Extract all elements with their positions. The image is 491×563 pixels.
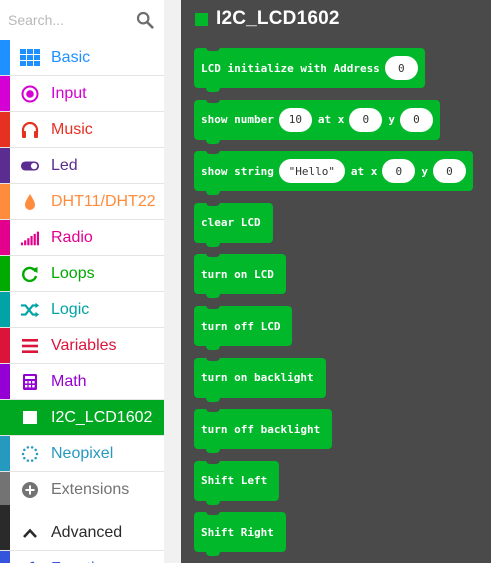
toggle-icon xyxy=(20,157,40,175)
code-block[interactable]: turn on LCD xyxy=(194,253,286,299)
code-block[interactable]: Shift Left xyxy=(194,459,280,505)
code-block[interactable]: show string "Hello" at x 0y0 xyxy=(194,150,473,196)
category-color-bar xyxy=(0,148,10,183)
toolbox-category-variables[interactable]: Variables xyxy=(0,328,164,364)
category-label: Logic xyxy=(51,301,90,318)
toolbox-category-functions[interactable]: Functions xyxy=(0,551,164,563)
lines-icon xyxy=(20,337,40,355)
signal-bars-icon xyxy=(20,229,40,247)
block-label: y xyxy=(388,113,395,127)
block-label: turn on LCD xyxy=(201,267,274,281)
toolbox-category-radio[interactable]: Radio xyxy=(0,220,164,256)
block-label: Shift Right xyxy=(201,525,274,539)
search-input[interactable] xyxy=(8,7,132,33)
category-label: Extensions xyxy=(51,481,130,498)
toolbox-category-loops[interactable]: Loops xyxy=(0,256,164,292)
toolbox-category-dht[interactable]: DHT11/DHT22 xyxy=(0,184,164,220)
category-color-bar xyxy=(0,256,10,291)
code-block[interactable]: clear LCD xyxy=(194,201,273,247)
toolbox-divider xyxy=(0,505,164,515)
block-label: show string xyxy=(201,164,274,178)
category-color-bar xyxy=(0,472,10,507)
category-color-bar xyxy=(0,292,10,327)
code-block[interactable]: turn off backlight xyxy=(194,408,333,454)
category-label: Variables xyxy=(51,337,117,354)
category-label: Radio xyxy=(51,229,93,246)
string-input[interactable]: "Hello" xyxy=(278,159,345,184)
drop-icon xyxy=(20,193,40,211)
code-block[interactable]: LCD initialize with Address 0 xyxy=(194,47,425,92)
code-block[interactable]: show number 10 at x 0y0 xyxy=(194,98,440,144)
lcd-square-icon xyxy=(195,12,208,26)
plus-circle-icon xyxy=(20,481,40,499)
block-flyout: I2C_LCD1602 LCD initialize with Address 0… xyxy=(181,0,491,563)
category-color-bar xyxy=(0,515,10,550)
number-input[interactable]: 0 xyxy=(399,107,433,132)
code-block[interactable]: Shift Right xyxy=(194,511,286,557)
block-label: Shift Left xyxy=(201,474,268,488)
block-label: LCD initialize with Address xyxy=(201,61,380,75)
toolbox-category-logic[interactable]: Logic xyxy=(0,292,164,328)
category-color-bar xyxy=(0,364,10,399)
grid-icon xyxy=(20,49,40,67)
category-color-bar xyxy=(0,400,10,435)
code-block[interactable]: turn off LCD xyxy=(194,305,293,350)
block-label: y xyxy=(421,164,428,178)
number-input[interactable]: 10 xyxy=(278,107,312,132)
block-label: clear LCD xyxy=(201,216,261,230)
flyout-heading: I2C_LCD1602 xyxy=(195,8,340,30)
input-circle-icon xyxy=(20,85,40,103)
loop-arrow-icon xyxy=(20,265,40,283)
category-color-bar xyxy=(0,220,10,255)
toolbox-category-extensions[interactable]: Extensions xyxy=(0,472,164,508)
category-label: Advanced xyxy=(51,524,123,541)
toolbox-category-input[interactable]: Input xyxy=(0,76,164,112)
toolbox-category-led[interactable]: Led xyxy=(0,148,164,184)
category-label: Led xyxy=(51,157,78,174)
toolbox-category-i2c[interactable]: I2C_LCD1602 xyxy=(0,400,164,436)
category-label: Loops xyxy=(51,265,95,282)
number-input[interactable]: 0 xyxy=(349,107,383,132)
search-icon[interactable] xyxy=(136,11,154,29)
block-label: turn off backlight xyxy=(201,422,321,436)
chevron-up-icon xyxy=(20,524,40,542)
search-box xyxy=(0,0,164,40)
toolbox: Basic Input Music Led DHT11/DHT22 Radio Loops L… xyxy=(0,0,164,563)
category-label: Math xyxy=(51,373,87,390)
category-color-bar xyxy=(0,328,10,363)
number-input[interactable]: 0 xyxy=(384,56,418,80)
category-color-bar xyxy=(0,436,10,471)
block-label: turn on backlight xyxy=(201,371,314,385)
flyout-title: I2C_LCD1602 xyxy=(216,8,340,29)
category-label: Music xyxy=(51,121,93,138)
toolbox-category-neopixel[interactable]: Neopixel xyxy=(0,436,164,472)
category-label: DHT11/DHT22 xyxy=(51,193,156,210)
category-color-bar xyxy=(0,112,10,147)
category-color-bar xyxy=(0,184,10,219)
number-input[interactable]: 0 xyxy=(432,159,466,184)
block-label: turn off LCD xyxy=(201,319,281,333)
category-label: Neopixel xyxy=(51,445,114,462)
block-label: at x xyxy=(317,113,345,127)
headphones-icon xyxy=(20,121,40,139)
category-color-bar xyxy=(0,551,10,563)
toolbox-category-math[interactable]: Math xyxy=(0,364,164,400)
toolbox-category-music[interactable]: Music xyxy=(0,112,164,148)
block-label: show number xyxy=(201,113,274,127)
code-block[interactable]: turn on backlight xyxy=(194,356,326,402)
toolbox-scrollbar[interactable] xyxy=(164,0,181,563)
number-input[interactable]: 0 xyxy=(382,159,416,184)
category-label: I2C_LCD1602 xyxy=(51,409,153,426)
category-color-bar xyxy=(0,76,10,111)
category-color-bar xyxy=(0,40,10,75)
block-label: at x xyxy=(350,164,378,178)
toolbox-category-advanced[interactable]: Advanced xyxy=(0,515,164,551)
toolbox-category-basic[interactable]: Basic xyxy=(0,40,164,76)
calculator-icon xyxy=(20,373,40,391)
dotted-circle-icon xyxy=(20,445,40,463)
category-label: Input xyxy=(51,85,87,102)
category-label: Basic xyxy=(51,49,91,66)
lcd-square-icon xyxy=(20,409,40,427)
shuffle-icon xyxy=(20,301,40,319)
